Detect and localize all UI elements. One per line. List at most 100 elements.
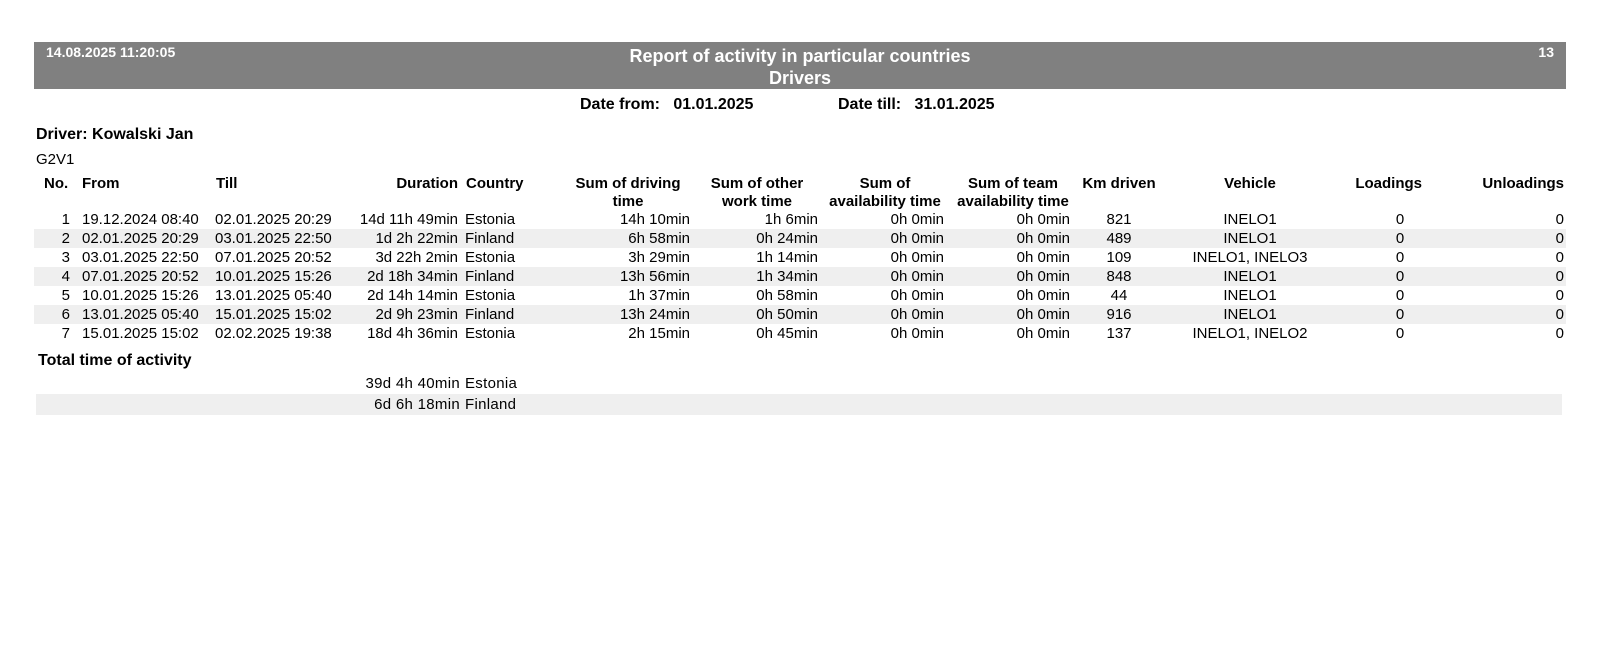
cell-km: 44 bbox=[1110, 287, 1128, 304]
cell-duration: 18d 4h 36min bbox=[367, 325, 458, 342]
cell-team-availability: 0h 0min bbox=[1016, 325, 1070, 342]
date-till-label: Date till: bbox=[838, 96, 902, 113]
cell-km: 489 bbox=[1106, 230, 1132, 247]
cell-driving: 13h 56min bbox=[619, 268, 690, 285]
cell-driving: 1h 37min bbox=[628, 287, 690, 304]
cell-till: 02.01.2025 20:29 bbox=[215, 211, 332, 228]
col-header-availability: Sum of availability time bbox=[829, 175, 941, 210]
cell-duration: 2d 18h 34min bbox=[367, 268, 458, 285]
cell-driving: 13h 24min bbox=[619, 306, 690, 323]
col-header-other-work: Sum of other work time bbox=[710, 175, 804, 210]
totals-title: Total time of activity bbox=[38, 352, 192, 369]
table-row: 7 15.01.2025 15:02 02.02.2025 19:38 18d … bbox=[34, 324, 1566, 343]
cell-no: 2 bbox=[61, 230, 70, 247]
cell-loadings: 0 bbox=[1395, 230, 1405, 247]
col-header-loadings: Loadings bbox=[1355, 175, 1422, 192]
total-duration: 6d 6h 18min bbox=[374, 396, 460, 413]
col-header-vehicle: Vehicle bbox=[1224, 175, 1276, 192]
cell-country: Finland bbox=[465, 306, 515, 323]
cell-loadings: 0 bbox=[1395, 287, 1405, 304]
cell-other-work: 1h 34min bbox=[756, 268, 818, 285]
cell-km: 109 bbox=[1106, 249, 1132, 266]
col-header-km: Km driven bbox=[1082, 175, 1156, 192]
cell-driving: 3h 29min bbox=[628, 249, 690, 266]
cell-unloadings: 0 bbox=[1555, 287, 1564, 304]
cell-no: 4 bbox=[61, 268, 70, 285]
cell-other-work: 0h 50min bbox=[756, 306, 818, 323]
cell-other-work: 1h 6min bbox=[764, 211, 818, 228]
table-row: 2 02.01.2025 20:29 03.01.2025 22:50 1d 2… bbox=[34, 229, 1566, 248]
date-from-value: 01.01.2025 bbox=[673, 96, 754, 113]
col-header-from: From bbox=[82, 175, 120, 192]
cell-country: Estonia bbox=[465, 249, 516, 266]
col-header-duration: Duration bbox=[396, 175, 458, 192]
cell-availability: 0h 0min bbox=[890, 268, 944, 285]
col-header-team-availability: Sum of team availability time bbox=[957, 175, 1069, 210]
total-country: Finland bbox=[465, 396, 517, 413]
cell-other-work: 1h 14min bbox=[756, 249, 818, 266]
cell-team-availability: 0h 0min bbox=[1016, 287, 1070, 304]
cell-country: Finland bbox=[465, 268, 515, 285]
cell-other-work: 0h 58min bbox=[756, 287, 818, 304]
col-header-till: Till bbox=[216, 175, 238, 192]
cell-country: Estonia bbox=[465, 287, 516, 304]
cell-driving: 6h 58min bbox=[628, 230, 690, 247]
cell-availability: 0h 0min bbox=[890, 287, 944, 304]
cell-till: 15.01.2025 15:02 bbox=[215, 306, 332, 323]
cell-no: 5 bbox=[61, 287, 70, 304]
cell-from: 15.01.2025 15:02 bbox=[82, 325, 199, 342]
cell-km: 821 bbox=[1106, 211, 1132, 228]
table-row: 4 07.01.2025 20:52 10.01.2025 15:26 2d 1… bbox=[34, 267, 1566, 286]
cell-unloadings: 0 bbox=[1555, 230, 1564, 247]
cell-duration: 2d 14h 14min bbox=[367, 287, 458, 304]
col-header-country: Country bbox=[466, 175, 524, 192]
cell-unloadings: 0 bbox=[1555, 249, 1564, 266]
total-country: Estonia bbox=[465, 375, 518, 392]
cell-no: 1 bbox=[61, 211, 70, 228]
cell-availability: 0h 0min bbox=[890, 249, 944, 266]
cell-loadings: 0 bbox=[1395, 268, 1405, 285]
cell-loadings: 0 bbox=[1395, 249, 1405, 266]
table-row: 1 19.12.2024 08:40 02.01.2025 20:29 14d … bbox=[34, 210, 1566, 229]
cell-team-availability: 0h 0min bbox=[1016, 230, 1070, 247]
cell-from: 13.01.2025 05:40 bbox=[82, 306, 199, 323]
cell-vehicle: INELO1, INELO2 bbox=[1192, 325, 1308, 342]
report-title: Report of activity in particular countri… bbox=[629, 46, 971, 66]
cell-vehicle: INELO1 bbox=[1223, 230, 1277, 247]
cell-from: 03.01.2025 22:50 bbox=[82, 249, 199, 266]
cell-duration: 2d 9h 23min bbox=[375, 306, 458, 323]
cell-till: 13.01.2025 05:40 bbox=[215, 287, 332, 304]
cell-team-availability: 0h 0min bbox=[1016, 211, 1070, 228]
cell-till: 02.02.2025 19:38 bbox=[215, 325, 332, 342]
cell-from: 02.01.2025 20:29 bbox=[82, 230, 199, 247]
col-header-unloadings: Unloadings bbox=[1482, 175, 1564, 192]
date-from-label: Date from: bbox=[580, 96, 661, 113]
cell-vehicle: INELO1 bbox=[1223, 306, 1277, 323]
cell-no: 3 bbox=[61, 249, 70, 266]
report-subtitle: Drivers bbox=[768, 68, 832, 88]
table-row: 3 03.01.2025 22:50 07.01.2025 20:52 3d 2… bbox=[34, 248, 1566, 267]
cell-vehicle: INELO1 bbox=[1223, 211, 1277, 228]
cell-from: 19.12.2024 08:40 bbox=[82, 211, 199, 228]
cell-team-availability: 0h 0min bbox=[1016, 249, 1070, 266]
cell-unloadings: 0 bbox=[1555, 268, 1564, 285]
cell-km: 916 bbox=[1106, 306, 1132, 323]
cell-km: 137 bbox=[1106, 325, 1132, 342]
cell-country: Finland bbox=[465, 230, 515, 247]
cell-no: 7 bbox=[61, 325, 70, 342]
cell-vehicle: INELO1 bbox=[1223, 287, 1277, 304]
cell-availability: 0h 0min bbox=[890, 325, 944, 342]
totals-row: 39d 4h 40min Estonia bbox=[36, 373, 1562, 394]
cell-unloadings: 0 bbox=[1555, 211, 1564, 228]
cell-driving: 14h 10min bbox=[619, 211, 690, 228]
cell-loadings: 0 bbox=[1395, 325, 1405, 342]
driver-code: G2V1 bbox=[36, 151, 75, 168]
cell-country: Estonia bbox=[465, 211, 516, 228]
cell-loadings: 0 bbox=[1395, 211, 1405, 228]
cell-duration: 1d 2h 22min bbox=[375, 230, 458, 247]
table-row: 6 13.01.2025 05:40 15.01.2025 15:02 2d 9… bbox=[34, 305, 1566, 324]
totals-row: 6d 6h 18min Finland bbox=[36, 394, 1562, 415]
cell-availability: 0h 0min bbox=[890, 211, 944, 228]
cell-unloadings: 0 bbox=[1555, 306, 1564, 323]
cell-from: 07.01.2025 20:52 bbox=[82, 268, 199, 285]
